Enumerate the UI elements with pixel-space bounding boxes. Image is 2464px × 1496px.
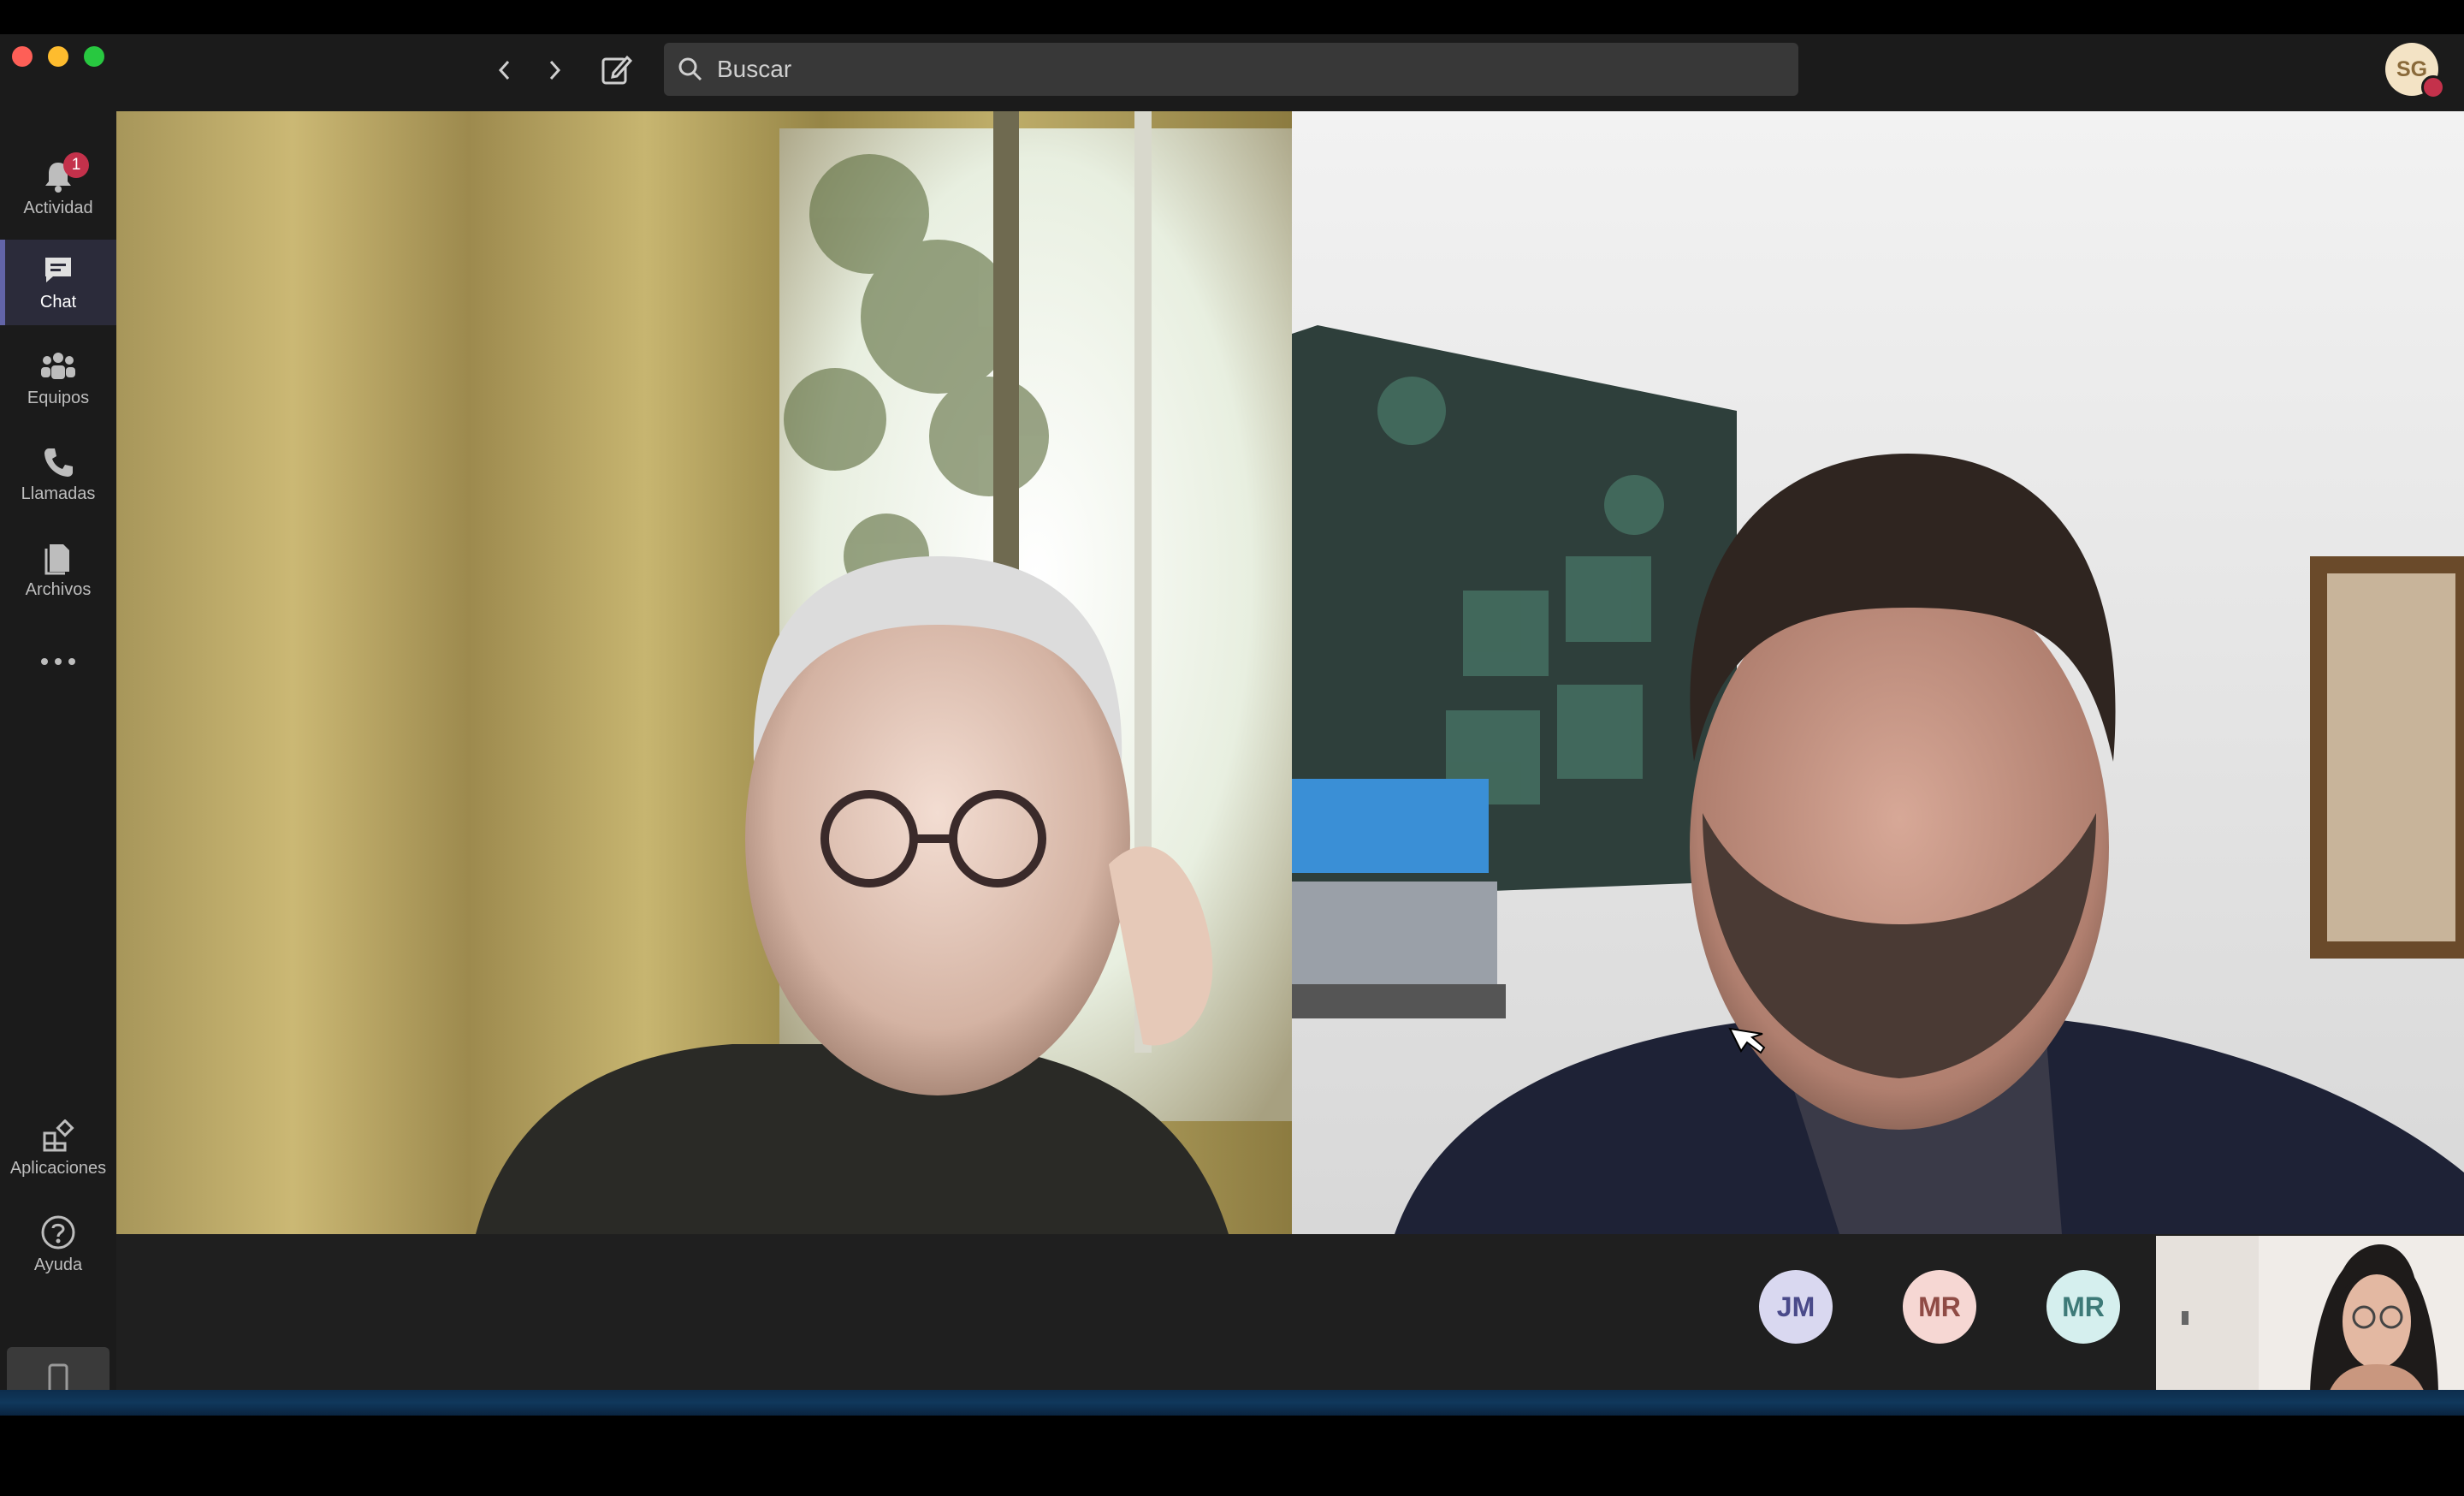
rail-item-label: Archivos [25, 579, 92, 599]
search-box[interactable] [664, 43, 1798, 96]
rail-item-files[interactable]: Archivos [0, 527, 116, 613]
teams-window: SG Actividad 1 Chat [0, 34, 2464, 1412]
compose-button[interactable] [597, 53, 635, 87]
rail-item-label: Ayuda [33, 1255, 83, 1274]
file-icon [44, 543, 69, 574]
teams-icon [41, 352, 75, 379]
help-icon [41, 1215, 75, 1249]
apps-icon [43, 1119, 74, 1151]
video-frame-right [1292, 111, 2464, 1234]
rail-item-apps[interactable]: Aplicaciones [0, 1106, 116, 1191]
presence-status-indicator [2421, 75, 2445, 99]
video-frame-left [116, 111, 1292, 1234]
compose-icon [601, 55, 632, 85]
zoom-window-button[interactable] [84, 46, 104, 67]
rail-item-label: Equipos [27, 388, 90, 407]
participant-avatar-mr-2[interactable]: MR [2046, 1270, 2120, 1344]
call-stage: JM MR MR [116, 111, 2464, 1412]
participant-avatar-mr-1[interactable]: MR [1903, 1270, 1976, 1344]
self-video-preview[interactable] [2156, 1236, 2464, 1397]
search-input[interactable] [715, 55, 1745, 84]
phone-icon [44, 448, 73, 477]
chat-icon [45, 257, 71, 282]
rail-item-label: Actividad [23, 198, 93, 217]
rail-item-teams[interactable]: Equipos [0, 335, 116, 421]
app-rail: Actividad 1 Chat Equipos Llamadas Archiv… [0, 111, 116, 1412]
search-icon [678, 57, 702, 81]
ellipsis-icon [41, 658, 75, 665]
participant-avatar-jm[interactable]: JM [1759, 1270, 1833, 1344]
back-button[interactable] [486, 53, 524, 87]
rail-item-label: Llamadas [21, 484, 96, 503]
more-apps-button[interactable] [0, 630, 116, 698]
chevron-right-icon [549, 60, 561, 80]
chevron-left-icon [498, 60, 510, 80]
desktop-background-strip [0, 1390, 2464, 1416]
participant-video-left[interactable] [116, 111, 1292, 1234]
rail-item-label: Aplicaciones [9, 1158, 107, 1178]
rail-item-chat[interactable]: Chat [0, 240, 116, 325]
rail-item-calls[interactable]: Llamadas [0, 431, 116, 517]
participant-video-right[interactable] [1292, 111, 2464, 1234]
title-bar: SG [0, 34, 2464, 111]
rail-item-activity[interactable]: Actividad 1 [0, 145, 116, 231]
notification-badge: 1 [63, 152, 89, 178]
self-video-frame [2156, 1236, 2464, 1397]
close-window-button[interactable] [12, 46, 33, 67]
rail-item-label: Chat [39, 292, 77, 312]
minimize-window-button[interactable] [48, 46, 68, 67]
rail-item-help[interactable]: Ayuda [0, 1202, 116, 1287]
forward-button[interactable] [536, 53, 573, 87]
